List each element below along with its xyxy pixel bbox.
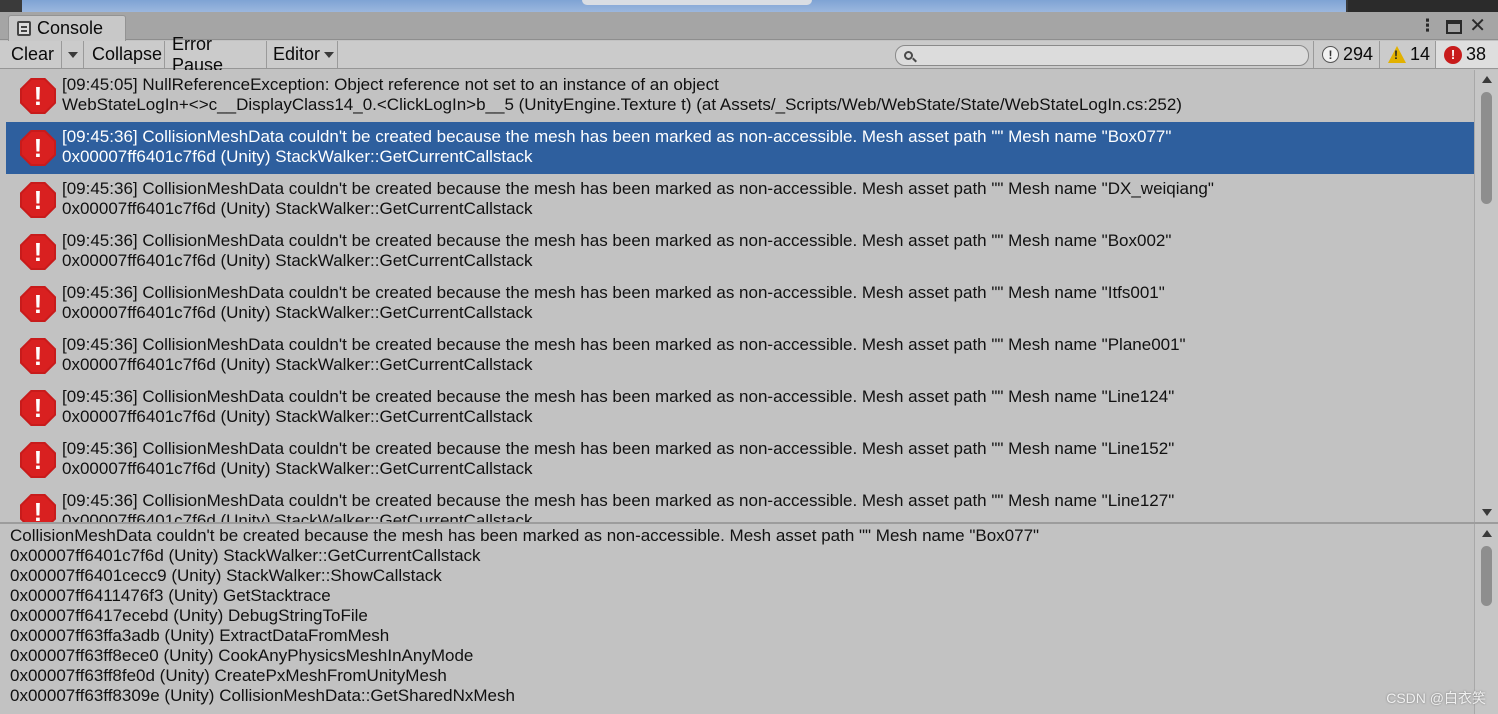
detail-line: 0x00007ff63ff8ece0 (Unity) CookAnyPhysic… (10, 646, 474, 665)
clear-button[interactable]: Clear (6, 41, 62, 68)
search-input[interactable] (918, 47, 1298, 64)
detail-line: 0x00007ff63ffa3adb (Unity) ExtractDataFr… (10, 626, 390, 645)
scroll-up-icon[interactable] (1482, 76, 1492, 83)
log-entry-message: [09:45:36] CollisionMeshData couldn't be… (62, 231, 1172, 250)
log-entry-stack: 0x00007ff6401c7f6d (Unity) StackWalker::… (62, 303, 533, 322)
detail-line: 0x00007ff63ff8309e (Unity) CollisionMesh… (10, 686, 515, 705)
log-entry[interactable]: [09:45:36] CollisionMeshData couldn't be… (6, 330, 1474, 382)
error-pause-toggle[interactable]: Error Pause (166, 34, 267, 75)
log-entry-message: [09:45:36] CollisionMeshData couldn't be… (62, 335, 1186, 354)
error-icon (20, 338, 56, 374)
error-icon: ! (1444, 45, 1462, 64)
detail-scrollbar[interactable] (1474, 524, 1498, 714)
log-entry-stack: 0x00007ff6401c7f6d (Unity) StackWalker::… (62, 511, 533, 522)
log-entry-stack: 0x00007ff6401c7f6d (Unity) StackWalker::… (62, 251, 533, 270)
watermark: CSDN @白衣笑 (1386, 690, 1486, 706)
log-entry[interactable]: [09:45:36] CollisionMeshData couldn't be… (6, 226, 1474, 278)
console-icon (17, 21, 31, 36)
log-list-scrollbar[interactable] (1474, 70, 1498, 522)
log-entry-message: [09:45:36] CollisionMeshData couldn't be… (62, 439, 1175, 458)
log-entry-message: [09:45:36] CollisionMeshData couldn't be… (62, 387, 1175, 406)
log-entry[interactable]: [09:45:36] CollisionMeshData couldn't be… (6, 278, 1474, 330)
error-icon (20, 130, 56, 166)
kebab-menu-icon[interactable]: ⋮ (1419, 17, 1436, 35)
scrollbar-thumb[interactable] (1481, 92, 1492, 204)
log-entry[interactable]: [09:45:36] CollisionMeshData couldn't be… (6, 382, 1474, 434)
search-field[interactable] (895, 45, 1309, 66)
tab-console[interactable]: Console (8, 15, 126, 41)
log-count: 294 (1343, 44, 1374, 64)
detail-line: 0x00007ff6401cecc9 (Unity) StackWalker::… (10, 566, 442, 585)
warning-filter-toggle[interactable]: 14 (1379, 41, 1435, 68)
editor-dropdown[interactable]: Editor (267, 41, 338, 68)
log-entry-selected[interactable]: [09:45:36] CollisionMeshData couldn't be… (6, 122, 1474, 174)
detail-line: 0x00007ff63ff8fe0d (Unity) CreatePxMeshF… (10, 666, 447, 685)
error-icon (20, 390, 56, 426)
search-icon (904, 51, 913, 60)
tab-console-label: Console (37, 18, 104, 38)
warning-count: 14 (1410, 44, 1431, 64)
log-entry-stack: 0x00007ff6401c7f6d (Unity) StackWalker::… (62, 199, 533, 218)
log-entry-message: [09:45:05] NullReferenceException: Objec… (62, 75, 719, 94)
error-icon (20, 494, 56, 522)
log-entry[interactable]: [09:45:36] CollisionMeshData couldn't be… (6, 174, 1474, 226)
error-icon (20, 78, 56, 114)
log-entry-list[interactable]: [09:45:05] NullReferenceException: Objec… (0, 70, 1474, 522)
log-entry-message: [09:45:36] CollisionMeshData couldn't be… (62, 491, 1175, 510)
scrollbar-thumb[interactable] (1481, 546, 1492, 606)
detail-line: 0x00007ff6417ecebd (Unity) DebugStringTo… (10, 606, 368, 625)
maximize-icon[interactable] (1446, 20, 1462, 34)
log-entry-stack: 0x00007ff6401c7f6d (Unity) StackWalker::… (62, 459, 533, 478)
log-entry-stack: WebStateLogIn+<>c__DisplayClass14_0.<Cli… (62, 95, 1182, 114)
error-count: 38 (1466, 44, 1487, 64)
clear-options-dropdown[interactable] (62, 41, 84, 68)
error-icon (20, 286, 56, 322)
scroll-down-icon[interactable] (1482, 509, 1492, 516)
scene-dark-edge (1348, 0, 1498, 12)
collapse-toggle[interactable]: Collapse (86, 41, 165, 68)
info-icon: ! (1322, 46, 1339, 63)
chevron-down-icon (67, 51, 78, 58)
scroll-up-icon[interactable] (1482, 530, 1492, 537)
scene-view-strip (0, 0, 1498, 12)
log-entry-stack: 0x00007ff6401c7f6d (Unity) StackWalker::… (62, 355, 533, 374)
error-filter-toggle[interactable]: ! 38 (1435, 41, 1498, 68)
editor-dropdown-label: Editor (273, 44, 321, 64)
detail-line: 0x00007ff6411476f3 (Unity) GetStacktrace (10, 586, 331, 605)
log-entry[interactable]: [09:45:36] CollisionMeshData couldn't be… (6, 486, 1474, 522)
console-toolbar: Clear Collapse Error Pause Editor ! 294 … (0, 34, 1498, 75)
warning-icon (1388, 46, 1406, 63)
log-entry-stack: 0x00007ff6401c7f6d (Unity) StackWalker::… (62, 407, 533, 426)
console-window: Console ⋮ ✕ Clear Collapse Error Pause E… (0, 12, 1498, 714)
chevron-down-icon (324, 51, 335, 58)
error-icon (20, 234, 56, 270)
scene-preview (22, 0, 1346, 12)
log-entry-stack: 0x00007ff6401c7f6d (Unity) StackWalker::… (62, 147, 533, 166)
log-entry-message: [09:45:36] CollisionMeshData couldn't be… (62, 127, 1172, 146)
log-entry-message: [09:45:36] CollisionMeshData couldn't be… (62, 283, 1165, 302)
log-entry[interactable]: [09:45:05] NullReferenceException: Objec… (6, 70, 1474, 122)
error-icon (20, 182, 56, 218)
detail-line: CollisionMeshData couldn't be created be… (10, 526, 1040, 545)
error-icon (20, 442, 56, 478)
detail-line: 0x00007ff6401c7f6d (Unity) StackWalker::… (10, 546, 481, 565)
stacktrace-detail-panel[interactable]: CollisionMeshData couldn't be created be… (0, 524, 1474, 714)
close-icon[interactable]: ✕ (1469, 16, 1486, 36)
log-entry[interactable]: [09:45:36] CollisionMeshData couldn't be… (6, 434, 1474, 486)
log-filter-toggle[interactable]: ! 294 (1313, 41, 1379, 68)
log-entry-message: [09:45:36] CollisionMeshData couldn't be… (62, 179, 1214, 198)
